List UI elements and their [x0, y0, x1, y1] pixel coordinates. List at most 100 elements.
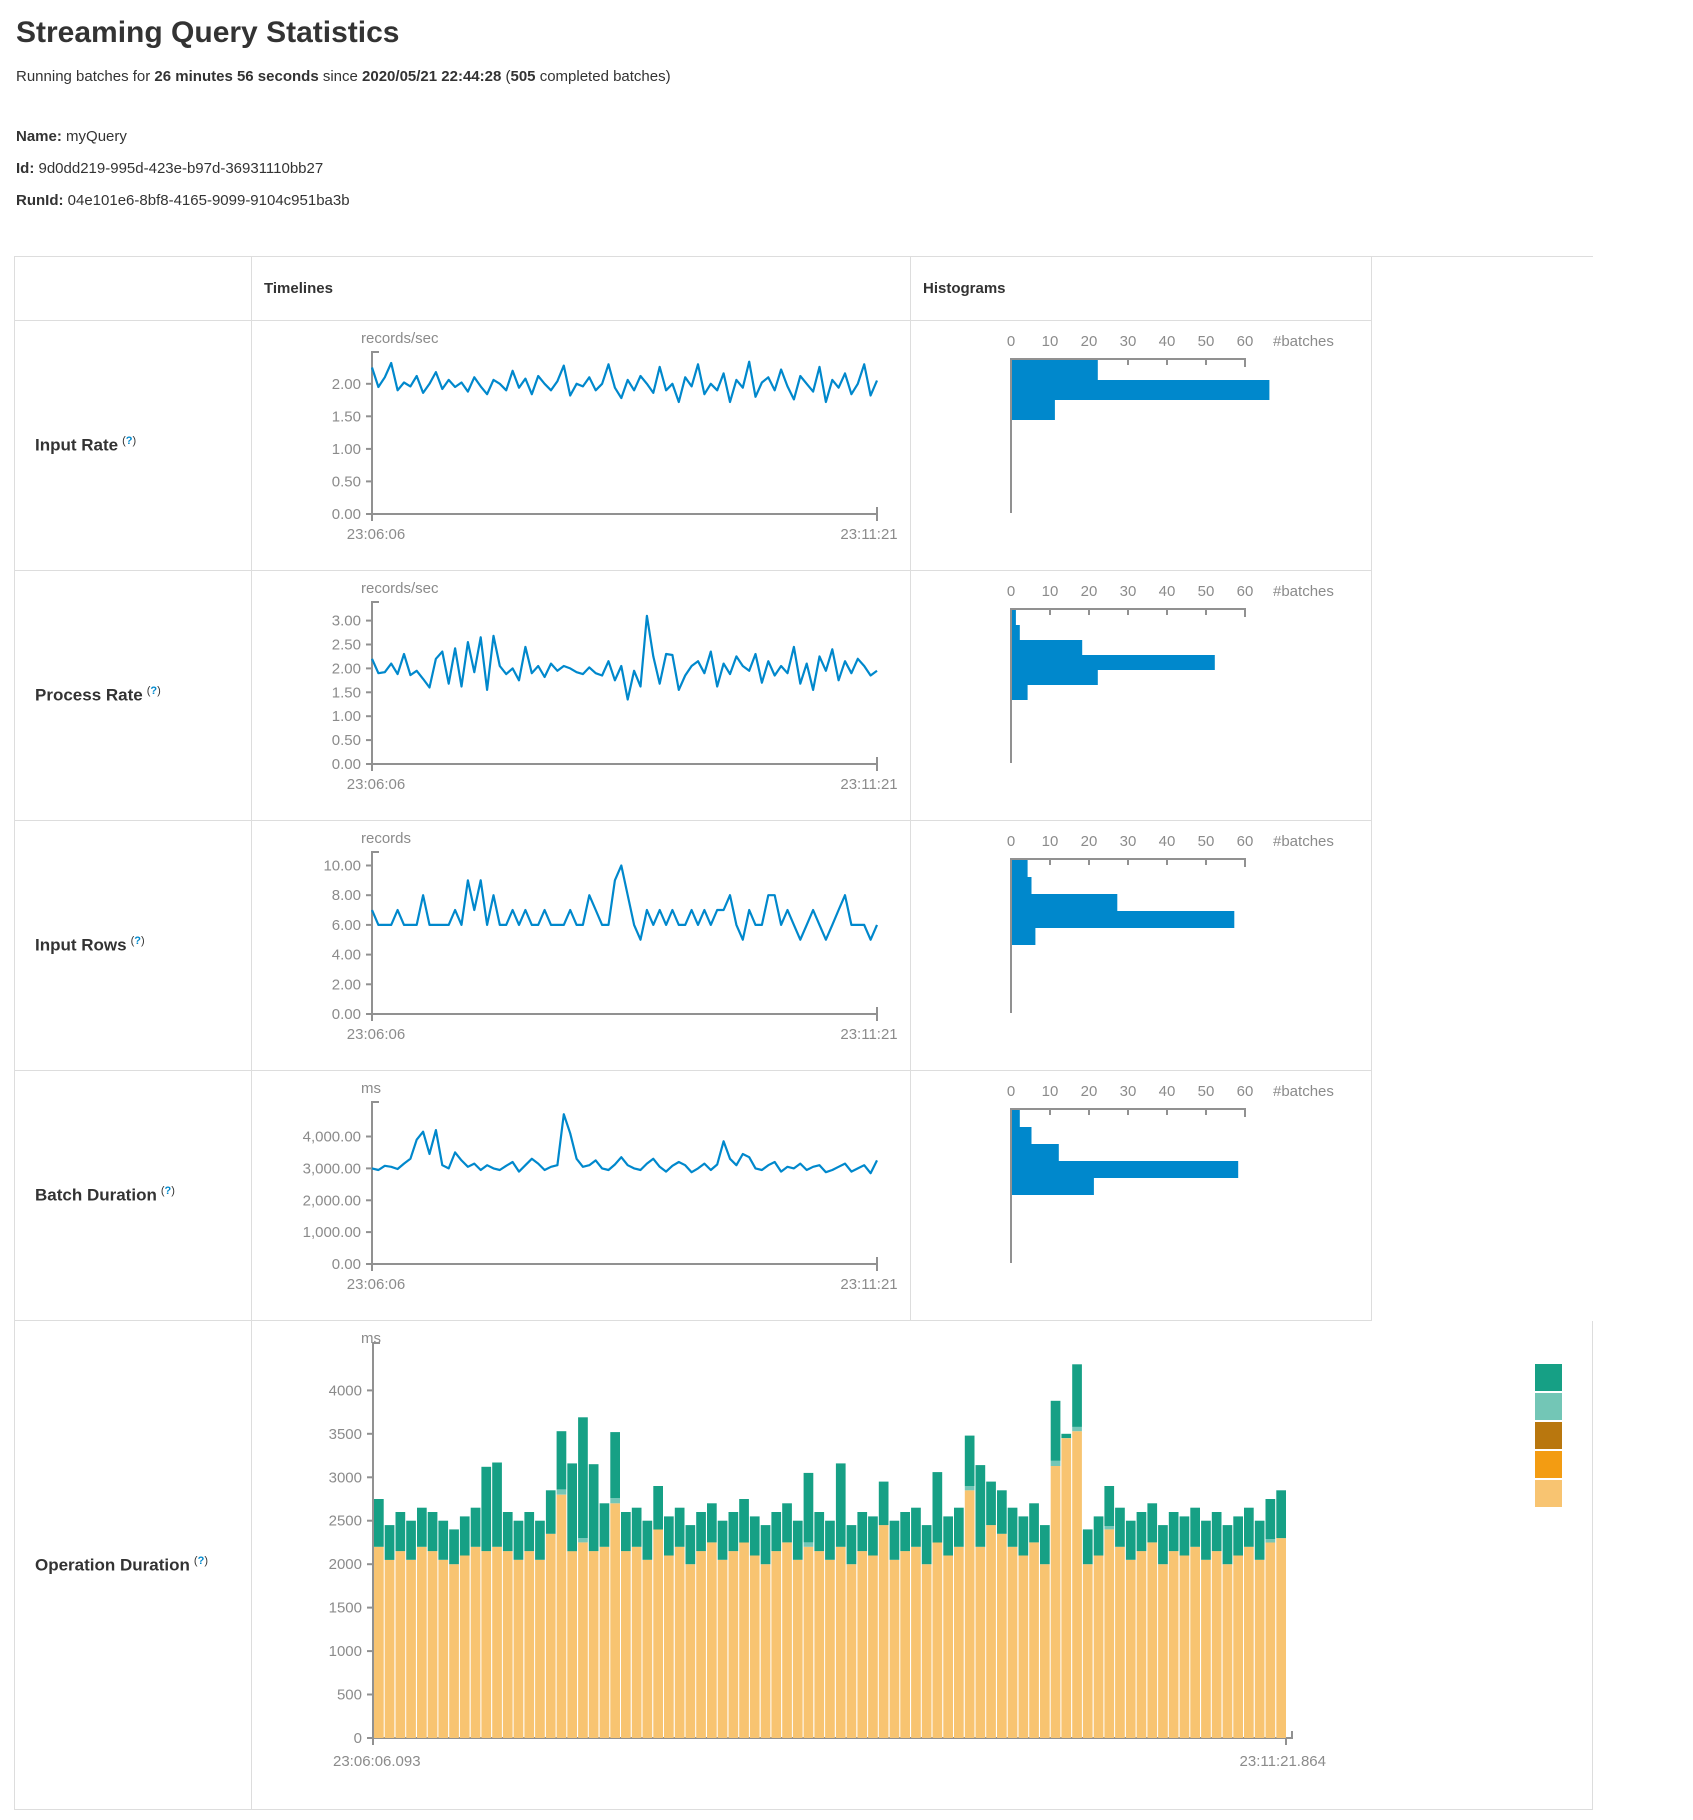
batch-duration-histogram-chart: 0102030405060#batches [911, 1071, 1371, 1299]
svg-text:0.00: 0.00 [332, 1256, 361, 1273]
input-rows-row: Input Rows(?) records10.008.006.004.002.… [15, 821, 1593, 1071]
query-runid-line: RunId: 04e101e6-8bf8-4165-9099-9104c951b… [16, 185, 1693, 217]
svg-text:10: 10 [1042, 833, 1059, 850]
input-rate-timeline-chart: records/sec2.001.501.000.500.0023:06:062… [252, 321, 907, 549]
svg-text:2.00: 2.00 [332, 660, 361, 677]
summary-mid: since [319, 68, 362, 85]
svg-text:2000: 2000 [329, 1556, 362, 1573]
input-rate-help-icon[interactable]: (?) [122, 435, 136, 447]
batch-duration-help-icon[interactable]: (?) [161, 1185, 175, 1197]
svg-text:#batches: #batches [1273, 833, 1334, 850]
row-label: Input Rows [35, 936, 127, 955]
svg-text:0.50: 0.50 [332, 732, 361, 749]
histograms-header: Histograms [911, 257, 1372, 321]
svg-text:23:11:21.864: 23:11:21.864 [1240, 1753, 1326, 1770]
running-duration: 26 minutes 56 seconds [154, 68, 318, 85]
svg-text:ms: ms [361, 1080, 381, 1097]
input-rows-histogram-cell: 0102030405060#batches [911, 821, 1372, 1071]
svg-text:2.50: 2.50 [332, 636, 361, 653]
operation-duration-stacked-chart: ms4000350030002500200015001000500023:06:… [252, 1321, 1592, 1791]
svg-text:0: 0 [1007, 1083, 1015, 1100]
process-rate-label-cell: Process Rate (?) [15, 571, 252, 821]
input-rows-timeline-chart: records10.008.006.004.002.000.0023:06:06… [252, 821, 907, 1049]
row-label: Process Rate [35, 686, 143, 705]
svg-text:60: 60 [1237, 333, 1254, 350]
svg-text:500: 500 [337, 1687, 362, 1704]
svg-text:20: 20 [1081, 583, 1098, 600]
input-rows-label-cell: Input Rows (?) [15, 821, 252, 1071]
svg-text:23:11:21: 23:11:21 [840, 1276, 897, 1293]
svg-text:4000: 4000 [329, 1382, 362, 1399]
svg-text:2,000.00: 2,000.00 [303, 1192, 361, 1209]
svg-text:23:06:06: 23:06:06 [347, 526, 405, 543]
batch-duration-histogram-cell: 0102030405060#batches [911, 1071, 1372, 1321]
row-label: Operation Duration [35, 1555, 190, 1574]
svg-text:1.50: 1.50 [332, 408, 361, 425]
svg-text:3000: 3000 [329, 1469, 362, 1486]
svg-text:20: 20 [1081, 833, 1098, 850]
svg-text:2.00: 2.00 [332, 976, 361, 993]
svg-text:10.00: 10.00 [323, 857, 361, 874]
svg-text:23:06:06.093: 23:06:06.093 [333, 1753, 421, 1770]
svg-text:1.50: 1.50 [332, 684, 361, 701]
row-label: Input Rate [35, 436, 118, 455]
svg-text:10: 10 [1042, 333, 1059, 350]
svg-text:40: 40 [1159, 583, 1176, 600]
svg-text:23:06:06: 23:06:06 [347, 1026, 405, 1043]
svg-text:30: 30 [1120, 583, 1137, 600]
svg-text:#batches: #batches [1273, 1083, 1334, 1100]
svg-text:0: 0 [1007, 583, 1015, 600]
svg-text:1,000.00: 1,000.00 [303, 1224, 361, 1241]
operation-duration-row: Operation Duration(?) ms4000350030002500… [15, 1321, 1593, 1810]
completed-batches-count: 505 [511, 68, 536, 85]
process-rate-row: Process Rate(?) records/sec3.002.502.001… [15, 571, 1593, 821]
svg-text:40: 40 [1159, 333, 1176, 350]
svg-text:ms: ms [361, 1330, 381, 1347]
batch-duration-label-cell: Batch Duration (?) [15, 1071, 252, 1321]
query-id-line: Id: 9d0dd219-995d-423e-b97d-36931110bb27 [16, 153, 1693, 185]
svg-text:50: 50 [1198, 1083, 1215, 1100]
table-header-row: Timelines Histograms [15, 257, 1593, 321]
svg-text:20: 20 [1081, 1083, 1098, 1100]
batch-duration-timeline-chart: ms4,000.003,000.002,000.001,000.000.0023… [252, 1071, 907, 1299]
query-name-value: myQuery [66, 128, 127, 145]
query-name-line: Name: myQuery [16, 121, 1693, 153]
input-rate-timeline-cell: records/sec2.001.501.000.500.0023:06:062… [252, 321, 911, 571]
svg-text:60: 60 [1237, 833, 1254, 850]
svg-text:1500: 1500 [329, 1600, 362, 1617]
summary-paren: ( [501, 68, 510, 85]
process-rate-help-icon[interactable]: (?) [147, 685, 161, 697]
svg-text:20: 20 [1081, 333, 1098, 350]
svg-text:50: 50 [1198, 333, 1215, 350]
batch-duration-timeline-cell: ms4,000.003,000.002,000.001,000.000.0023… [252, 1071, 911, 1321]
svg-text:23:06:06: 23:06:06 [347, 776, 405, 793]
svg-text:30: 30 [1120, 1083, 1137, 1100]
svg-text:3500: 3500 [329, 1426, 362, 1443]
page-title: Streaming Query Statistics [16, 16, 1693, 50]
query-meta: Name: myQuery Id: 9d0dd219-995d-423e-b97… [16, 121, 1693, 217]
input-rows-help-icon[interactable]: (?) [131, 935, 145, 947]
svg-text:0: 0 [354, 1730, 362, 1747]
summary-prefix: Running batches for [16, 68, 154, 85]
svg-text:10: 10 [1042, 1083, 1059, 1100]
svg-text:23:06:06: 23:06:06 [347, 1276, 405, 1293]
operation-duration-help-icon[interactable]: (?) [194, 1555, 208, 1567]
row-label: Batch Duration [35, 1186, 157, 1205]
svg-text:0: 0 [1007, 833, 1015, 850]
svg-text:8.00: 8.00 [332, 887, 361, 904]
svg-text:records/sec: records/sec [361, 330, 439, 347]
svg-text:records/sec: records/sec [361, 580, 439, 597]
input-rows-timeline-cell: records10.008.006.004.002.000.0023:06:06… [252, 821, 911, 1071]
query-runid-value: 04e101e6-8bf8-4165-9099-9104c951ba3b [68, 192, 350, 209]
svg-text:1.00: 1.00 [332, 441, 361, 458]
process-rate-histogram-cell: 0102030405060#batches [911, 571, 1372, 821]
svg-text:1.00: 1.00 [332, 708, 361, 725]
input-rate-histogram-chart: 0102030405060#batches [911, 321, 1371, 549]
corner-cell [15, 257, 252, 321]
batch-duration-row: Batch Duration(?) ms4,000.003,000.002,00… [15, 1071, 1593, 1321]
input-rate-row: Input Rate(?) records/sec2.001.501.000.5… [15, 321, 1593, 571]
process-rate-timeline-chart: records/sec3.002.502.001.501.000.500.002… [252, 571, 907, 799]
query-runid-label: RunId: [16, 192, 63, 209]
running-batches-summary: Running batches for 26 minutes 56 second… [16, 68, 1693, 85]
svg-text:6.00: 6.00 [332, 917, 361, 934]
